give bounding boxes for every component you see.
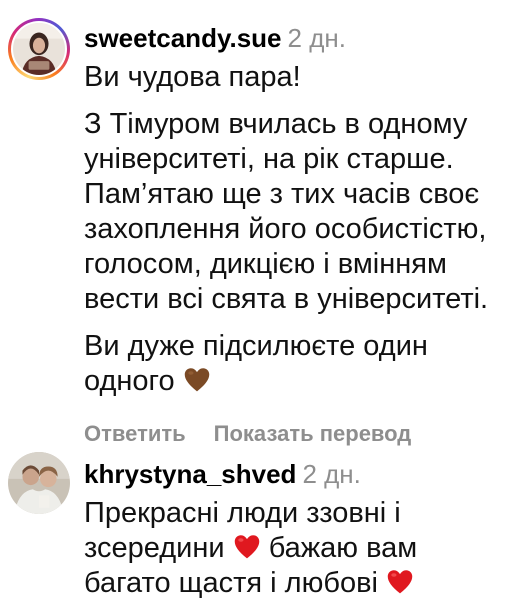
reply-button[interactable]: Ответить — [84, 421, 186, 447]
comment-header: khrystyna_shved 2 дн. — [84, 456, 511, 492]
show-translation-button[interactable]: Показать перевод — [214, 421, 412, 447]
avatar[interactable] — [8, 452, 70, 514]
avatar-image — [8, 452, 70, 514]
red-heart-icon — [233, 533, 261, 561]
comment-actions: Ответить Показать перевод — [84, 421, 511, 447]
brown-heart-icon — [183, 366, 211, 394]
red-heart-icon — [386, 568, 414, 596]
timestamp[interactable]: 2 дн. — [288, 23, 346, 53]
comment-text: Прекрасні люди ззовні і зсередини бажаю … — [84, 496, 511, 601]
avatar[interactable] — [13, 23, 65, 75]
timestamp[interactable]: 2 дн. — [302, 459, 360, 489]
comment-header: sweetcandy.sue 2 дн. — [84, 20, 511, 56]
story-ring[interactable] — [8, 18, 70, 80]
comment-text: З Тімуром вчилась в одному університеті,… — [84, 108, 489, 315]
avatar-image — [13, 23, 65, 75]
username[interactable]: khrystyna_shved — [84, 459, 296, 489]
comment-body: sweetcandy.sue 2 дн. Ви чудова пара! З Ті… — [84, 20, 511, 447]
username[interactable]: sweetcandy.sue — [84, 23, 282, 53]
comment-text: Ви чудова пара! — [84, 61, 301, 93]
comment-body: khrystyna_shved 2 дн. Прекрасні люди ззов… — [84, 456, 511, 601]
comment-text-segment: Ви дуже підсилюєте один одного — [84, 330, 428, 397]
comment-text: Ви дуже підсилюєте один одного — [84, 329, 511, 399]
